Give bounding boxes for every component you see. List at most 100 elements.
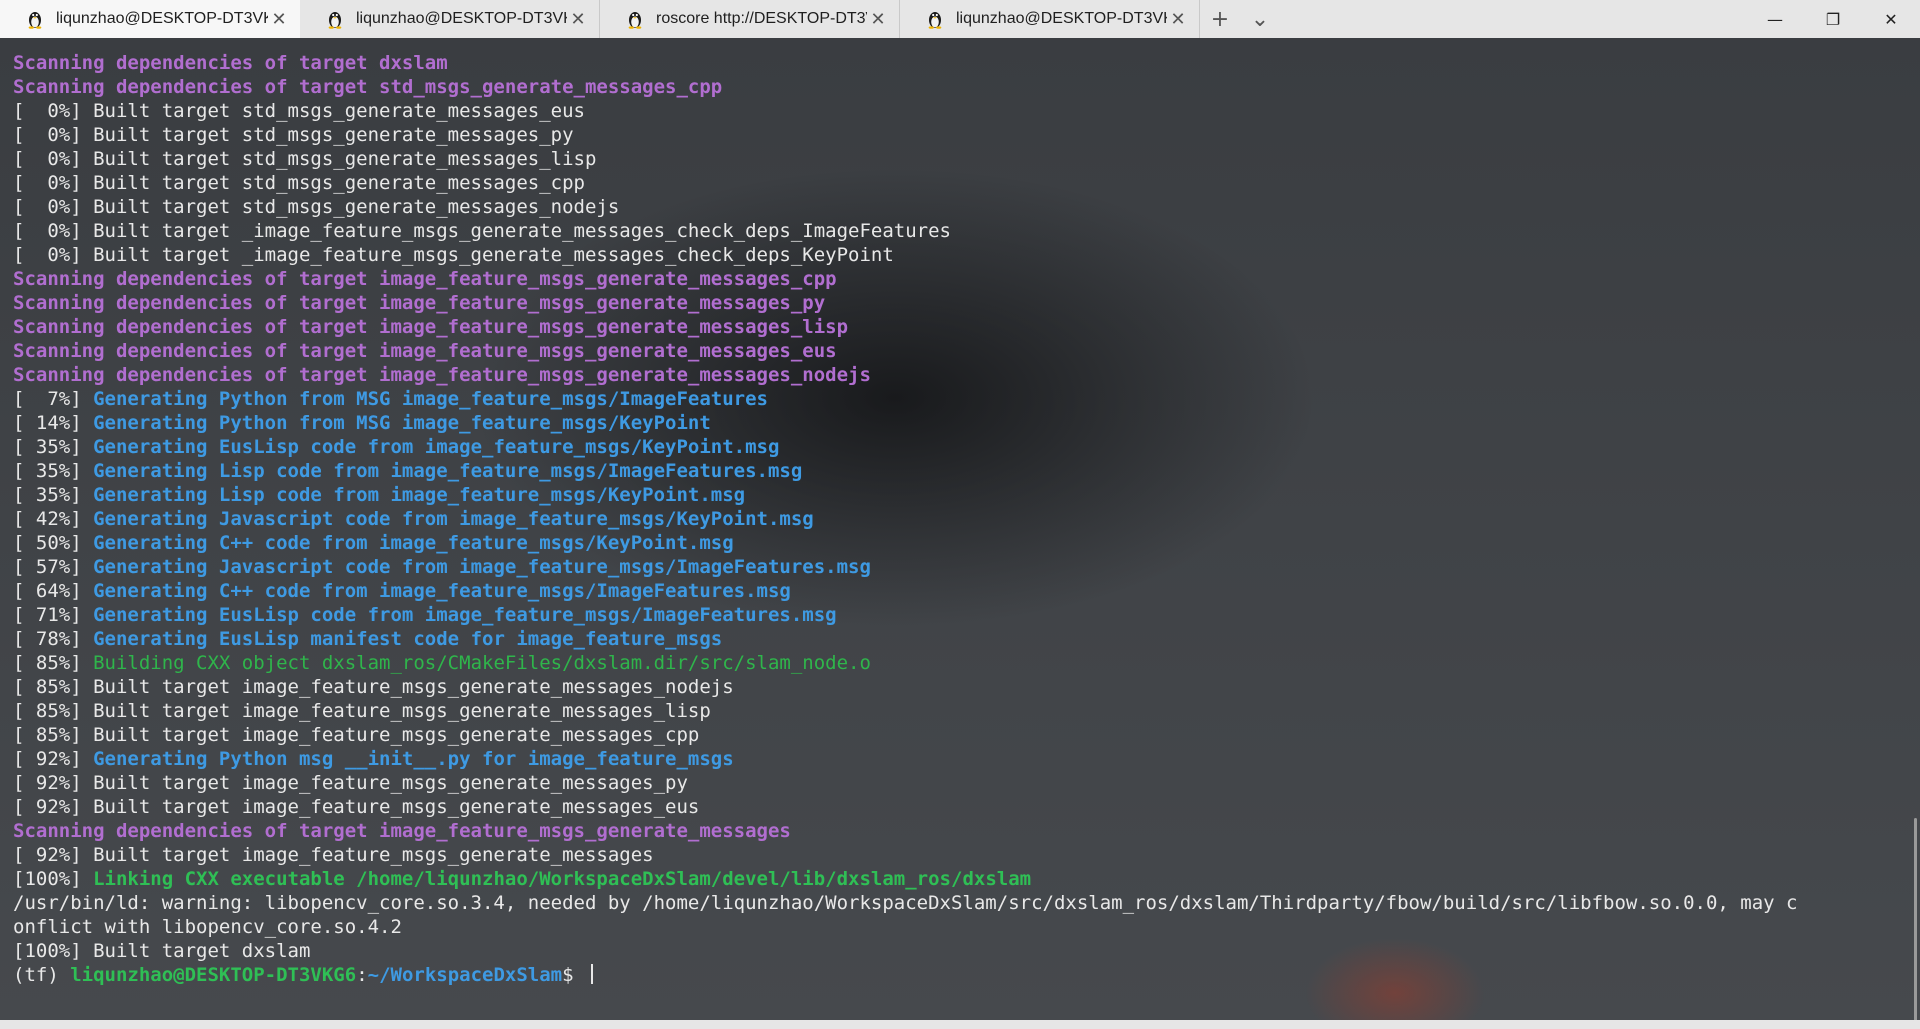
terminal-text: [ 0%] Built target std_msgs_generate_mes… <box>13 172 585 194</box>
terminal-text: Generating Python msg __init__.py for im… <box>93 748 734 770</box>
plus-icon: + <box>1210 6 1230 32</box>
prompt-separator: : <box>356 964 368 986</box>
terminal-line: [ 50%] Generating C++ code from image_fe… <box>13 531 1797 555</box>
scrollbar[interactable] <box>1914 818 1917 1020</box>
terminal-text: [ 85%] Built target image_feature_msgs_g… <box>13 700 711 722</box>
terminal-text: [ 35%] <box>13 460 94 482</box>
terminal-line: [ 85%] Building CXX object dxslam_ros/CM… <box>13 651 1797 675</box>
prompt-path: ~/WorkspaceDxSlam <box>367 964 563 986</box>
terminal-text: [ 42%] <box>13 508 94 530</box>
terminal-line: [ 78%] Generating EusLisp manifest code … <box>13 627 1797 651</box>
prompt-line[interactable]: (tf) liqunzhao@DESKTOP-DT3VKG6:~/Workspa… <box>13 963 1797 987</box>
terminal-line: [ 92%] Built target image_feature_msgs_g… <box>13 843 1797 867</box>
terminal-text: Building CXX object dxslam_ros/CMakeFile… <box>93 652 871 674</box>
terminal-text: Generating EusLisp code from image_featu… <box>93 436 780 458</box>
prompt-symbol: $ <box>562 964 585 986</box>
linux-tux-icon <box>328 12 342 29</box>
terminal-text: [ 85%] Built target image_feature_msgs_g… <box>13 724 700 746</box>
terminal-text: [ 0%] Built target _image_feature_msgs_g… <box>13 220 951 242</box>
terminal-text: [ 0%] Built target std_msgs_generate_mes… <box>13 148 597 170</box>
terminal-line: /usr/bin/ld: warning: libopencv_core.so.… <box>13 891 1797 915</box>
prompt-user-host: liqunzhao@DESKTOP-DT3VKG6 <box>70 964 357 986</box>
terminal-text: [100%] <box>13 868 94 890</box>
terminal-text: Generating Python from MSG image_feature… <box>93 412 711 434</box>
terminal-line: [ 42%] Generating Javascript code from i… <box>13 507 1797 531</box>
terminal-text: [ 0%] Built target _image_feature_msgs_g… <box>13 244 894 266</box>
terminal-text: Generating C++ code from image_feature_m… <box>93 532 734 554</box>
terminal-line: [ 85%] Built target image_feature_msgs_g… <box>13 723 1797 747</box>
terminal-line: [ 64%] Generating C++ code from image_fe… <box>13 579 1797 603</box>
terminal-text: Generating Python from MSG image_feature… <box>93 388 768 410</box>
terminal-output[interactable]: Scanning dependencies of target dxslam Sc… <box>0 38 1920 1020</box>
terminal-text: Scanning dependencies of target image_fe… <box>13 340 837 362</box>
linux-tux-icon <box>928 12 942 29</box>
terminal-text: [ 85%] Built target image_feature_msgs_g… <box>13 676 734 698</box>
terminal-line: Scanning dependencies of target image_fe… <box>13 363 1797 387</box>
tab-dropdown-button[interactable]: ⌄ <box>1240 7 1280 32</box>
terminal-text: [ 92%] Built target image_feature_msgs_g… <box>13 844 654 866</box>
terminal-line: [ 0%] Built target std_msgs_generate_mes… <box>13 171 1797 195</box>
terminal-line: Scanning dependencies of target image_fe… <box>13 315 1797 339</box>
terminal-text: [ 85%] <box>13 652 94 674</box>
terminal-text: [ 35%] <box>13 436 94 458</box>
tab-2[interactable]: liqunzhao@DESKTOP-DT3VKG6✕ <box>300 0 600 38</box>
terminal-line: [ 0%] Built target std_msgs_generate_mes… <box>13 147 1797 171</box>
tab-close-icon[interactable]: ✕ <box>1167 9 1189 30</box>
terminal-text: [ 0%] Built target std_msgs_generate_mes… <box>13 196 620 218</box>
window-bottom-edge <box>0 1020 1920 1029</box>
terminal-line: onflict with libopencv_core.so.4.2 <box>13 915 1797 939</box>
terminal-line: [ 0%] Built target std_msgs_generate_mes… <box>13 123 1797 147</box>
terminal-line: [100%] Linking CXX executable /home/liqu… <box>13 867 1797 891</box>
tab-3[interactable]: roscore http://DESKTOP-DT3VKG✕ <box>600 0 900 38</box>
terminal-line: [ 14%] Generating Python from MSG image_… <box>13 411 1797 435</box>
terminal-text: [ 14%] <box>13 412 94 434</box>
tab-4[interactable]: liqunzhao@DESKTOP-DT3VKG6✕ <box>900 0 1200 38</box>
terminal-line: [ 92%] Built target image_feature_msgs_g… <box>13 795 1797 819</box>
terminal-line: [ 85%] Built target image_feature_msgs_g… <box>13 699 1797 723</box>
terminal-text: Generating C++ code from image_feature_m… <box>93 580 791 602</box>
terminal-text: Linking CXX executable /home/liqunzhao/W… <box>93 868 1032 890</box>
tab-label: liqunzhao@DESKTOP-DT3VKG6 <box>56 10 268 27</box>
tab-close-icon[interactable]: ✕ <box>268 9 290 30</box>
terminal-line: [100%] Built target dxslam <box>13 939 1797 963</box>
minimize-icon: — <box>1767 9 1783 29</box>
tab-close-icon[interactable]: ✕ <box>867 9 889 30</box>
new-tab-button[interactable]: + <box>1200 7 1240 32</box>
terminal-text: [ 92%] <box>13 748 94 770</box>
terminal-line: [ 35%] Generating Lisp code from image_f… <box>13 459 1797 483</box>
linux-tux-icon <box>28 12 42 29</box>
terminal-text: Scanning dependencies of target image_fe… <box>13 820 791 842</box>
linux-tux-icon <box>628 12 642 29</box>
tab-1[interactable]: liqunzhao@DESKTOP-DT3VKG6✕ <box>0 0 300 38</box>
restore-button[interactable]: ❐ <box>1804 0 1862 38</box>
terminal-text: [ 78%] <box>13 628 94 650</box>
terminal-line: [ 0%] Built target std_msgs_generate_mes… <box>13 99 1797 123</box>
tab-label: roscore http://DESKTOP-DT3VKG <box>656 10 867 27</box>
terminal-text: [ 92%] Built target image_feature_msgs_g… <box>13 772 688 794</box>
terminal-text: [ 50%] <box>13 532 94 554</box>
terminal-line: [ 57%] Generating Javascript code from i… <box>13 555 1797 579</box>
text-cursor <box>591 964 593 984</box>
terminal-line: [ 0%] Built target std_msgs_generate_mes… <box>13 195 1797 219</box>
terminal-line: [ 35%] Generating EusLisp code from imag… <box>13 435 1797 459</box>
chevron-down-icon: ⌄ <box>1250 6 1270 32</box>
terminal-line: [ 0%] Built target _image_feature_msgs_g… <box>13 243 1797 267</box>
terminal-text: Scanning dependencies of target std_msgs… <box>13 76 723 98</box>
terminal-line: [ 71%] Generating EusLisp code from imag… <box>13 603 1797 627</box>
minimize-button[interactable]: — <box>1746 0 1804 38</box>
tab-label: liqunzhao@DESKTOP-DT3VKG6 <box>356 10 567 27</box>
title-bar: liqunzhao@DESKTOP-DT3VKG6✕ liqunzhao@DES… <box>0 0 1920 38</box>
terminal-text: [100%] Built target dxslam <box>13 940 311 962</box>
terminal-text: onflict with libopencv_core.so.4.2 <box>13 916 402 938</box>
terminal-text: [ 57%] <box>13 556 94 578</box>
terminal-line: Scanning dependencies of target image_fe… <box>13 819 1797 843</box>
terminal-line: [ 85%] Built target image_feature_msgs_g… <box>13 675 1797 699</box>
terminal-line: [ 0%] Built target _image_feature_msgs_g… <box>13 219 1797 243</box>
terminal-lines: Scanning dependencies of target dxslam Sc… <box>13 51 1797 987</box>
tab-close-icon[interactable]: ✕ <box>567 9 589 30</box>
terminal-line: [ 35%] Generating Lisp code from image_f… <box>13 483 1797 507</box>
terminal-line: Scanning dependencies of target image_fe… <box>13 267 1797 291</box>
close-window-button[interactable]: ✕ <box>1862 0 1920 38</box>
terminal-line: Scanning dependencies of target image_fe… <box>13 291 1797 315</box>
tab-label: liqunzhao@DESKTOP-DT3VKG6 <box>956 10 1167 27</box>
